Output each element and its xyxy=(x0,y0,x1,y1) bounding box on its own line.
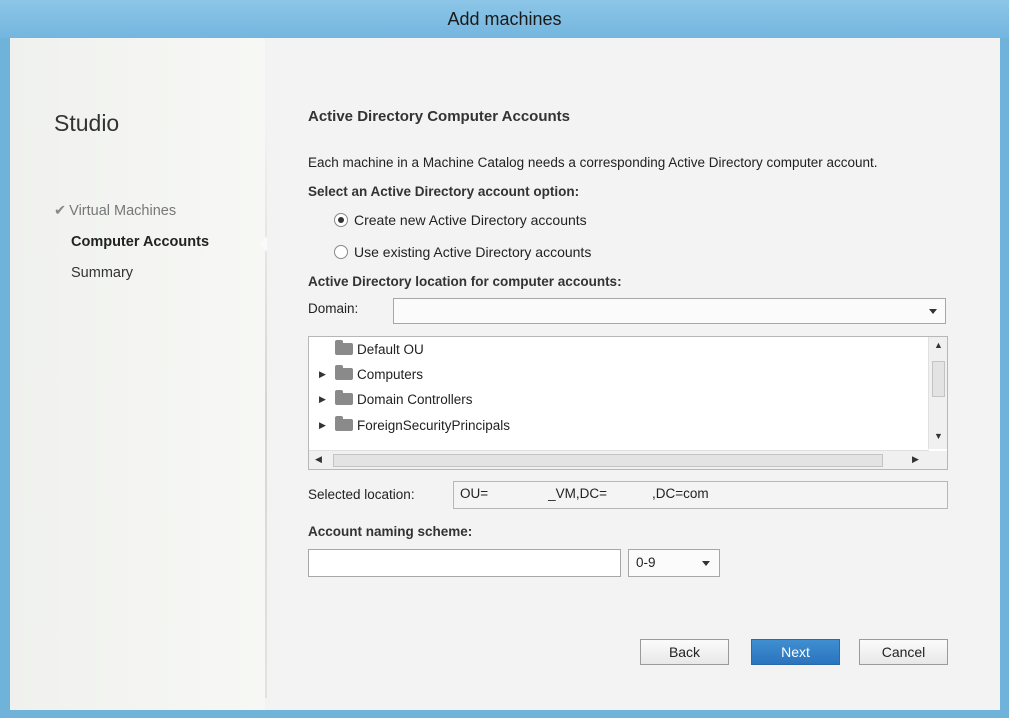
scroll-down-icon[interactable]: ▼ xyxy=(934,431,943,441)
folder-icon xyxy=(335,390,353,405)
tree-item-default-ou[interactable]: Default OU xyxy=(319,338,424,360)
window-title: Add machines xyxy=(447,9,562,29)
radio-label: Use existing Active Directory accounts xyxy=(354,244,592,260)
back-button[interactable]: Back xyxy=(640,639,729,665)
radio-label: Create new Active Directory accounts xyxy=(354,212,587,228)
tree-item-domain-controllers[interactable]: ▶ Domain Controllers xyxy=(319,388,473,410)
account-option-label: Select an Active Directory account optio… xyxy=(308,184,580,199)
checkmark-icon: ✔ xyxy=(54,203,67,219)
folder-icon xyxy=(335,365,353,380)
nav-item-computer-accounts[interactable]: Computer Accounts xyxy=(71,234,209,250)
tree-item-label: Domain Controllers xyxy=(357,391,473,407)
nav-divider xyxy=(265,118,267,698)
description-text: Each machine in a Machine Catalog needs … xyxy=(308,155,878,170)
naming-scheme-dropdown[interactable]: 0-9 xyxy=(628,549,720,577)
studio-brand: Studio xyxy=(54,110,120,136)
window-title-bar: Add machines xyxy=(0,0,1009,38)
naming-scheme-label: Account naming scheme: xyxy=(308,524,473,539)
vertical-scroll-thumb[interactable] xyxy=(932,361,945,397)
selected-location-label: Selected location: xyxy=(308,487,415,502)
horizontal-scroll-thumb[interactable] xyxy=(333,454,883,467)
nav-item-label: Summary xyxy=(71,265,134,281)
page-heading: Active Directory Computer Accounts xyxy=(308,108,571,125)
scroll-right-icon[interactable]: ▶ xyxy=(912,454,919,465)
chevron-down-icon[interactable] xyxy=(929,309,937,314)
chevron-down-icon[interactable] xyxy=(702,561,710,566)
radio-button[interactable] xyxy=(334,245,348,259)
scrollbar-corner xyxy=(929,451,947,469)
wizard-nav: Studio ✔ Virtual Machines Computer Accoun… xyxy=(10,38,265,710)
scroll-up-icon[interactable]: ▲ xyxy=(934,340,943,350)
horizontal-scrollbar[interactable]: ◀ ▶ xyxy=(309,450,929,469)
cancel-button[interactable]: Cancel xyxy=(859,639,948,665)
active-step-indicator-icon xyxy=(259,236,267,252)
expand-arrow-icon[interactable]: ▶ xyxy=(319,394,329,405)
default-ou-icon xyxy=(335,340,353,355)
radio-use-existing[interactable]: Use existing Active Directory accounts xyxy=(334,244,591,260)
scroll-left-icon[interactable]: ◀ xyxy=(315,454,322,465)
radio-button-selected[interactable] xyxy=(334,213,348,227)
folder-icon xyxy=(335,416,353,431)
tree-item-label: Default OU xyxy=(357,341,424,357)
ou-tree[interactable]: Default OU ▶ Computers ▶ Domain Controll… xyxy=(308,336,948,470)
selected-location-field: OU= _VM,DC= ,DC=com xyxy=(453,481,948,509)
expand-arrow-icon[interactable]: ▶ xyxy=(319,420,329,431)
location-label: Active Directory location for computer a… xyxy=(308,274,622,289)
tree-item-label: ForeignSecurityPrincipals xyxy=(357,417,511,433)
tree-item-foreign-security-principals[interactable]: ▶ ForeignSecurityPrincipals xyxy=(319,414,510,436)
domain-label: Domain: xyxy=(308,301,359,316)
tree-item-label: Computers xyxy=(357,366,424,382)
naming-scheme-option: 0-9 xyxy=(636,555,656,570)
nav-item-summary[interactable]: Summary xyxy=(71,265,133,281)
nav-item-virtual-machines[interactable]: ✔ Virtual Machines xyxy=(54,203,176,219)
vertical-scrollbar[interactable]: ▲ ▼ xyxy=(928,337,947,449)
tree-item-computers[interactable]: ▶ Computers xyxy=(319,363,423,385)
domain-dropdown[interactable] xyxy=(393,298,946,324)
nav-item-label: Computer Accounts xyxy=(71,234,210,250)
main-content: Active Directory Computer Accounts Each … xyxy=(308,38,958,710)
wizard-window: Studio ✔ Virtual Machines Computer Accoun… xyxy=(10,38,1000,710)
naming-scheme-input[interactable] xyxy=(308,549,621,577)
radio-create-new[interactable]: Create new Active Directory accounts xyxy=(334,212,587,228)
next-button[interactable]: Next xyxy=(751,639,840,665)
expand-arrow-icon[interactable]: ▶ xyxy=(319,369,329,380)
nav-item-label: Virtual Machines xyxy=(69,203,177,219)
